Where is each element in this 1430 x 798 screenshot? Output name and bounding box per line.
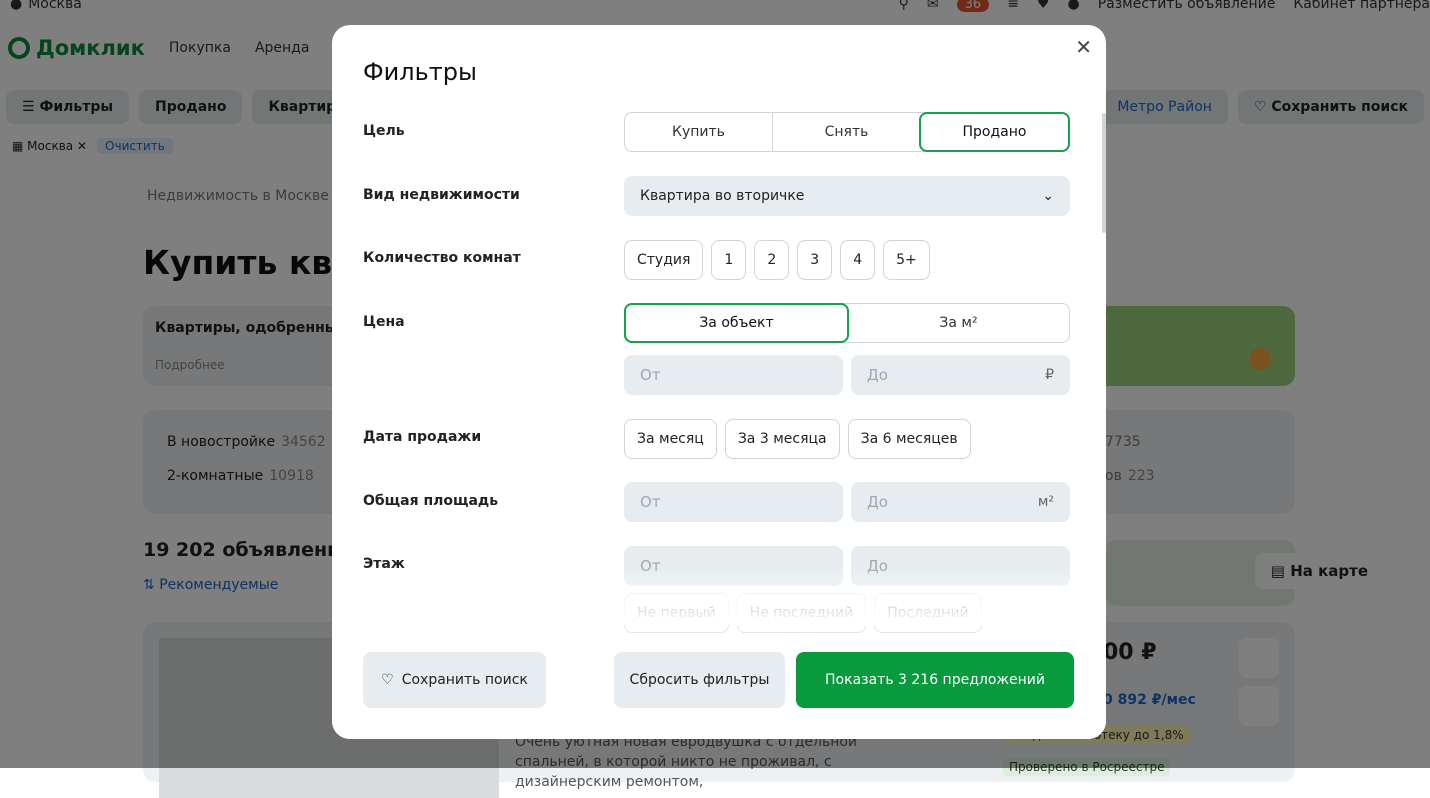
area-from-input[interactable]: От bbox=[624, 482, 843, 522]
room-1[interactable]: 1 bbox=[711, 240, 747, 280]
property-type-label: Вид недвижимости bbox=[363, 187, 520, 203]
goal-sold[interactable]: Продано bbox=[919, 112, 1070, 152]
goal-segmented: Купить Снять Продано bbox=[624, 112, 1070, 152]
chevron-down-icon: ⌄ bbox=[1042, 188, 1054, 204]
reset-filters-button[interactable]: Сбросить фильтры bbox=[614, 652, 785, 708]
area-unit: м² bbox=[1037, 494, 1054, 510]
goal-label: Цель bbox=[363, 123, 405, 139]
close-icon[interactable]: ✕ bbox=[1075, 35, 1092, 59]
room-3[interactable]: 3 bbox=[797, 240, 833, 280]
price-to-input[interactable]: До ₽ bbox=[851, 355, 1070, 395]
price-from-input[interactable]: От bbox=[624, 355, 843, 395]
goal-buy[interactable]: Купить bbox=[625, 113, 772, 151]
goal-rent[interactable]: Снять bbox=[772, 113, 920, 151]
price-mode-segmented: За объект За м² bbox=[624, 303, 1070, 343]
show-results-button[interactable]: Показать 3 216 предложений bbox=[796, 652, 1074, 708]
sale-date-options: За месяц За 3 месяца За 6 месяцев bbox=[624, 419, 971, 459]
price-from-placeholder: От bbox=[640, 366, 661, 384]
price-to-placeholder: До bbox=[867, 366, 888, 384]
price-per-object[interactable]: За объект bbox=[624, 303, 849, 343]
area-to-input[interactable]: До м² bbox=[851, 482, 1070, 522]
property-type-select[interactable]: Квартира во вторичке ⌄ bbox=[624, 176, 1070, 216]
area-label: Общая площадь bbox=[363, 493, 499, 509]
currency-unit: ₽ bbox=[1045, 367, 1054, 383]
room-studio[interactable]: Студия bbox=[624, 240, 704, 280]
modal-title: Фильтры bbox=[363, 58, 477, 86]
room-5plus[interactable]: 5+ bbox=[883, 240, 930, 280]
scroll-fade bbox=[332, 565, 1106, 625]
rooms-options: Студия 1 2 3 4 5+ bbox=[624, 240, 930, 280]
area-from-placeholder: От bbox=[640, 493, 661, 511]
scrollbar[interactable] bbox=[1102, 113, 1106, 233]
modal-footer: ♡ Сохранить поиск Сбросить фильтры Показ… bbox=[332, 637, 1106, 739]
heart-icon: ♡ bbox=[381, 672, 394, 688]
date-3-months[interactable]: За 3 месяца bbox=[724, 419, 840, 459]
room-2[interactable]: 2 bbox=[754, 240, 790, 280]
room-4[interactable]: 4 bbox=[840, 240, 876, 280]
sale-date-label: Дата продажи bbox=[363, 429, 482, 445]
property-type-value: Квартира во вторичке bbox=[640, 188, 805, 204]
area-to-placeholder: До bbox=[867, 493, 888, 511]
save-search-button[interactable]: ♡ Сохранить поиск bbox=[363, 652, 546, 708]
date-month[interactable]: За месяц bbox=[624, 419, 717, 459]
rooms-label: Количество комнат bbox=[363, 250, 521, 266]
date-6-months[interactable]: За 6 месяцев bbox=[847, 419, 971, 459]
save-search-label: Сохранить поиск bbox=[401, 672, 528, 688]
price-label: Цена bbox=[363, 314, 405, 330]
filters-modal: ✕ Фильтры Цель Купить Снять Продано Вид … bbox=[332, 25, 1106, 739]
price-per-m2[interactable]: За м² bbox=[848, 304, 1069, 342]
